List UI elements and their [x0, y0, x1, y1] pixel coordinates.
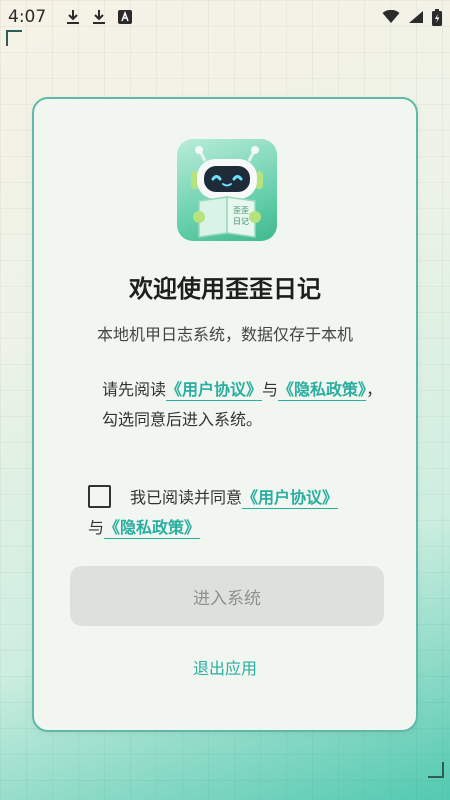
privacy-dialog-card: 歪歪 日记 欢迎使用歪歪日记 本地机甲日志系统，数据仅存于本机 请先阅读《用户协… — [32, 97, 418, 732]
agree-text: 我已阅读并同意《用户协议》 与《隐私政策》 — [88, 483, 408, 543]
agree-and: 与 — [88, 518, 105, 537]
status-bar: 4:07 — [0, 0, 450, 34]
signal-icon — [408, 10, 424, 24]
agree-checkbox[interactable] — [88, 485, 111, 508]
battery-icon — [432, 8, 442, 26]
exit-app-button[interactable]: 退出应用 — [34, 655, 416, 679]
welcome-subtitle: 本地机甲日志系统，数据仅存于本机 — [96, 325, 353, 344]
agree-row: 我已阅读并同意《用户协议》 与《隐私政策》 — [88, 483, 408, 543]
privacy-policy-link[interactable]: 《隐私政策》 — [278, 380, 367, 401]
user-agreement-link[interactable]: 《用户协议》 — [166, 380, 263, 401]
intro-text: 请先阅读《用户协议》与《隐私政策》，勾选同意后进入系统。 — [102, 375, 396, 435]
status-right — [382, 8, 442, 26]
app-logo: 歪歪 日记 — [177, 139, 277, 241]
agree-user-agreement-link[interactable]: 《用户协议》 — [242, 488, 339, 509]
download-icon — [92, 9, 106, 25]
agree-prefix: 我已阅读并同意 — [130, 488, 243, 507]
status-time: 4:07 — [8, 7, 47, 27]
intro-prefix: 请先阅读 — [102, 380, 167, 399]
status-left: 4:07 — [8, 7, 133, 27]
a-box-icon — [118, 10, 133, 24]
svg-text:日记: 日记 — [233, 217, 249, 226]
enter-system-button[interactable]: 进入系统 — [70, 566, 384, 626]
robot-logo-icon: 歪歪 日记 — [191, 146, 263, 238]
svg-text:歪歪: 歪歪 — [233, 206, 249, 215]
intro-and: 与 — [262, 380, 279, 399]
agree-privacy-policy-link[interactable]: 《隐私政策》 — [104, 518, 201, 539]
wifi-icon — [382, 10, 400, 24]
corner-mark-top-left — [6, 30, 22, 46]
download-icon — [66, 9, 80, 25]
corner-mark-bottom-right — [428, 762, 444, 778]
welcome-title: 欢迎使用歪歪日记 — [129, 275, 321, 303]
